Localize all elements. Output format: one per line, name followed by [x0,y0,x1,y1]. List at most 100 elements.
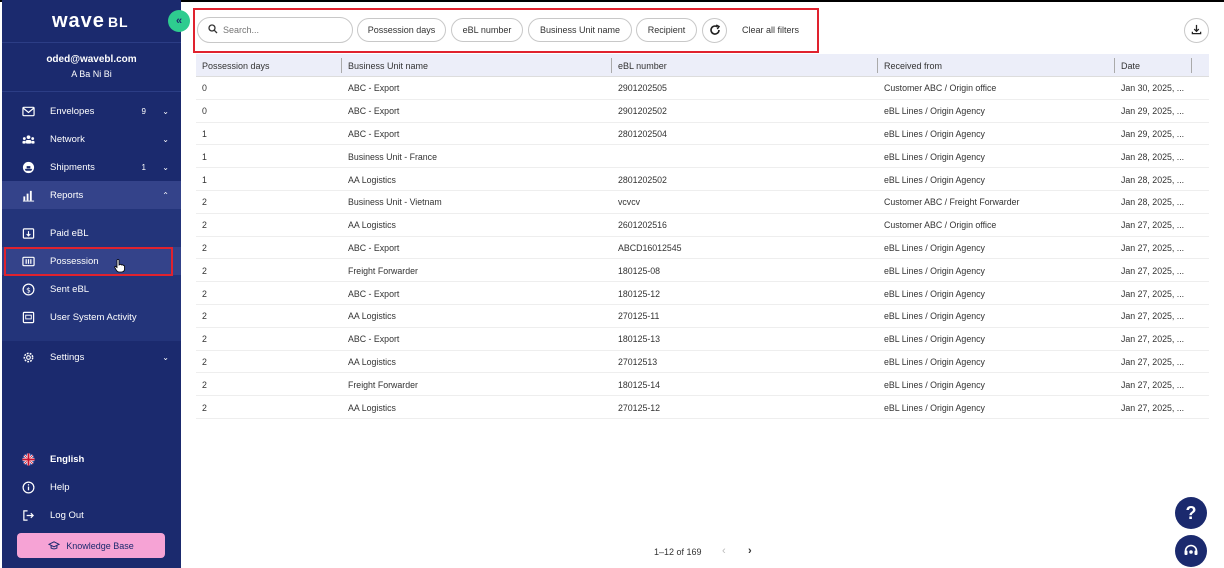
business-unit-cell: ABC - Export [348,242,400,253]
sidebar-item-user-system-activity[interactable]: User System Activity [2,303,181,331]
table-row[interactable]: 2 Freight Forwarder 180125-08 eBL Lines / O… [196,259,1209,283]
table-row[interactable]: 1 ABC - Export 2801202504 eBL Lines / Origi… [196,123,1209,146]
ebl-number-cell: vcvcv [618,197,640,208]
shipments-count-badge: 1 [141,162,146,172]
ebl-number-cell: 180125-13 [618,334,661,345]
ebl-number-cell: 2901202505 [618,83,667,94]
sidebar: wave BL oded@wavebl.com A Ba Ni Bi Envelo… [2,0,181,568]
filter-chip-ebl-number[interactable]: eBL number [451,18,523,42]
received-from-cell: Customer ABC / Origin office [884,83,997,94]
search-box[interactable] [197,17,353,43]
bottom-nav: English Help Log Out [2,445,181,529]
possession-days-cell: 2 [202,379,207,390]
user-name: A Ba Ni Bi [71,69,112,79]
table-row[interactable]: 0 ABC - Export 2901202502 eBL Lines / Origi… [196,100,1209,123]
possession-highlight-box [4,247,173,276]
uk-flag-icon [20,451,36,467]
sidebar-item-reports[interactable]: Reports ⌃ [2,181,181,209]
clear-all-filters-link[interactable]: Clear all filters [742,25,799,35]
refresh-button[interactable] [702,18,727,43]
activity-icon [20,309,36,325]
table-row[interactable]: 2 Freight Forwarder 180125-14 eBL Lines / O… [196,373,1209,397]
user-email: oded@wavebl.com [46,54,137,65]
business-unit-cell: Business Unit - Vietnam [348,197,442,208]
date-cell: Jan 27, 2025, ... [1121,402,1185,413]
ebl-number-cell: 270125-12 [618,402,661,413]
filter-chip-possession-days[interactable]: Possession days [357,18,446,42]
business-unit-cell: ABC - Export [348,83,400,94]
sidebar-item-network[interactable]: Network ⌄ [2,125,181,153]
table-row[interactable]: 1 AA Logistics 2801202502 eBL Lines / Origi… [196,168,1209,191]
headset-icon [1182,541,1200,561]
table-row[interactable]: 2 AA Logistics 27012513 eBL Lines / Origin … [196,351,1209,374]
table-row[interactable]: 2 ABC - Export 180125-12 eBL Lines / Origin… [196,282,1209,305]
chevron-down-icon: ⌄ [162,134,169,144]
language-selector[interactable]: English [2,445,181,473]
sidebar-item-settings[interactable]: Settings ⌄ [2,343,181,371]
previous-page-button[interactable]: ‹ [722,545,726,557]
table-row[interactable]: 2 ABC - Export 180125-13 eBL Lines / Origin… [196,328,1209,351]
table-row[interactable]: 1 Business Unit - France eBL Lines / Origi… [196,145,1209,169]
received-from-cell: eBL Lines / Origin Agency [884,265,985,276]
received-from-cell: Customer ABC / Origin office [884,220,997,231]
date-cell: Jan 30, 2025, ... [1121,83,1185,94]
business-unit-cell: AA Logistics [348,311,396,322]
received-from-cell: eBL Lines / Origin Agency [884,128,985,139]
possession-table: Possession days Business Unit name eBL n… [196,54,1209,419]
possession-days-cell: 1 [202,151,207,162]
date-cell: Jan 27, 2025, ... [1121,311,1185,322]
support-chat-button[interactable] [1175,535,1207,567]
filter-chip-recipient[interactable]: Recipient [636,18,697,42]
table-row[interactable]: 2 AA Logistics 2601202516 Customer ABC / Or… [196,214,1209,237]
chevron-down-icon: ⌄ [162,162,169,172]
sidebar-item-help[interactable]: Help [2,473,181,501]
envelopes-count-badge: 9 [141,106,146,116]
column-header-possession-days[interactable]: Possession days [196,54,270,77]
column-separator[interactable] [1191,58,1192,73]
ebl-number-cell [612,145,618,168]
table-row[interactable]: 2 ABC - Export ABCD16012545 eBL Lines / Ori… [196,237,1209,260]
sidebar-item-envelopes[interactable]: Envelopes 9 ⌄ [2,97,181,125]
date-cell: Jan 28, 2025, ... [1121,174,1185,185]
possession-days-cell: 2 [202,220,207,231]
column-header-business-unit-name[interactable]: Business Unit name [342,54,428,77]
possession-days-cell: 2 [202,242,207,253]
column-header-date[interactable]: Date [1115,54,1140,77]
date-cell: Jan 29, 2025, ... [1121,106,1185,117]
date-cell: Jan 27, 2025, ... [1121,265,1185,276]
business-unit-cell: ABC - Export [348,106,400,117]
table-row[interactable]: 0 ABC - Export 2901202505 Customer ABC / Or… [196,77,1209,100]
table-row[interactable]: 2 AA Logistics 270125-11 eBL Lines / Origin… [196,305,1209,328]
top-border [0,0,1224,2]
sidebar-item-shipments[interactable]: Shipments 1 ⌄ [2,153,181,181]
chevron-down-icon: ⌄ [162,352,169,362]
network-icon [20,131,36,147]
svg-text:$: $ [26,285,31,294]
column-header-received-from[interactable]: Received from [878,54,942,77]
date-cell: Jan 27, 2025, ... [1121,334,1185,345]
date-cell: Jan 28, 2025, ... [1121,197,1185,208]
possession-days-cell: 0 [202,83,207,94]
help-question-button[interactable]: ? [1175,497,1207,529]
download-button[interactable] [1184,18,1209,43]
table-row[interactable]: 2 AA Logistics 270125-12 eBL Lines / Origin… [196,396,1209,419]
business-unit-cell: AA Logistics [348,402,396,413]
info-icon [20,479,36,495]
next-page-button[interactable]: › [748,545,752,557]
main-nav: Envelopes 9 ⌄ Network ⌄ Shipments 1 ⌄ Re… [2,97,181,371]
user-profile[interactable]: oded@wavebl.com A Ba Ni Bi [2,42,181,92]
knowledge-base-button[interactable]: Knowledge Base [17,533,165,558]
envelope-icon [20,103,36,119]
sidebar-item-paid-ebl[interactable]: Paid eBL [2,219,181,247]
search-input[interactable] [223,25,343,35]
possession-days-cell: 1 [202,174,207,185]
column-header-ebl-number[interactable]: eBL number [612,54,667,77]
sidebar-item-sent-ebl[interactable]: $ Sent eBL [2,275,181,303]
table-row[interactable]: 2 Business Unit - Vietnam vcvcv Customer AB… [196,191,1209,214]
collapse-sidebar-button[interactable]: « [168,10,190,32]
possession-days-cell: 2 [202,356,207,367]
ebl-number-cell: 2601202516 [618,220,667,231]
filter-chip-business-unit-name[interactable]: Business Unit name [528,18,632,42]
table-header: Possession days Business Unit name eBL n… [196,54,1209,77]
sidebar-item-logout[interactable]: Log Out [2,501,181,529]
